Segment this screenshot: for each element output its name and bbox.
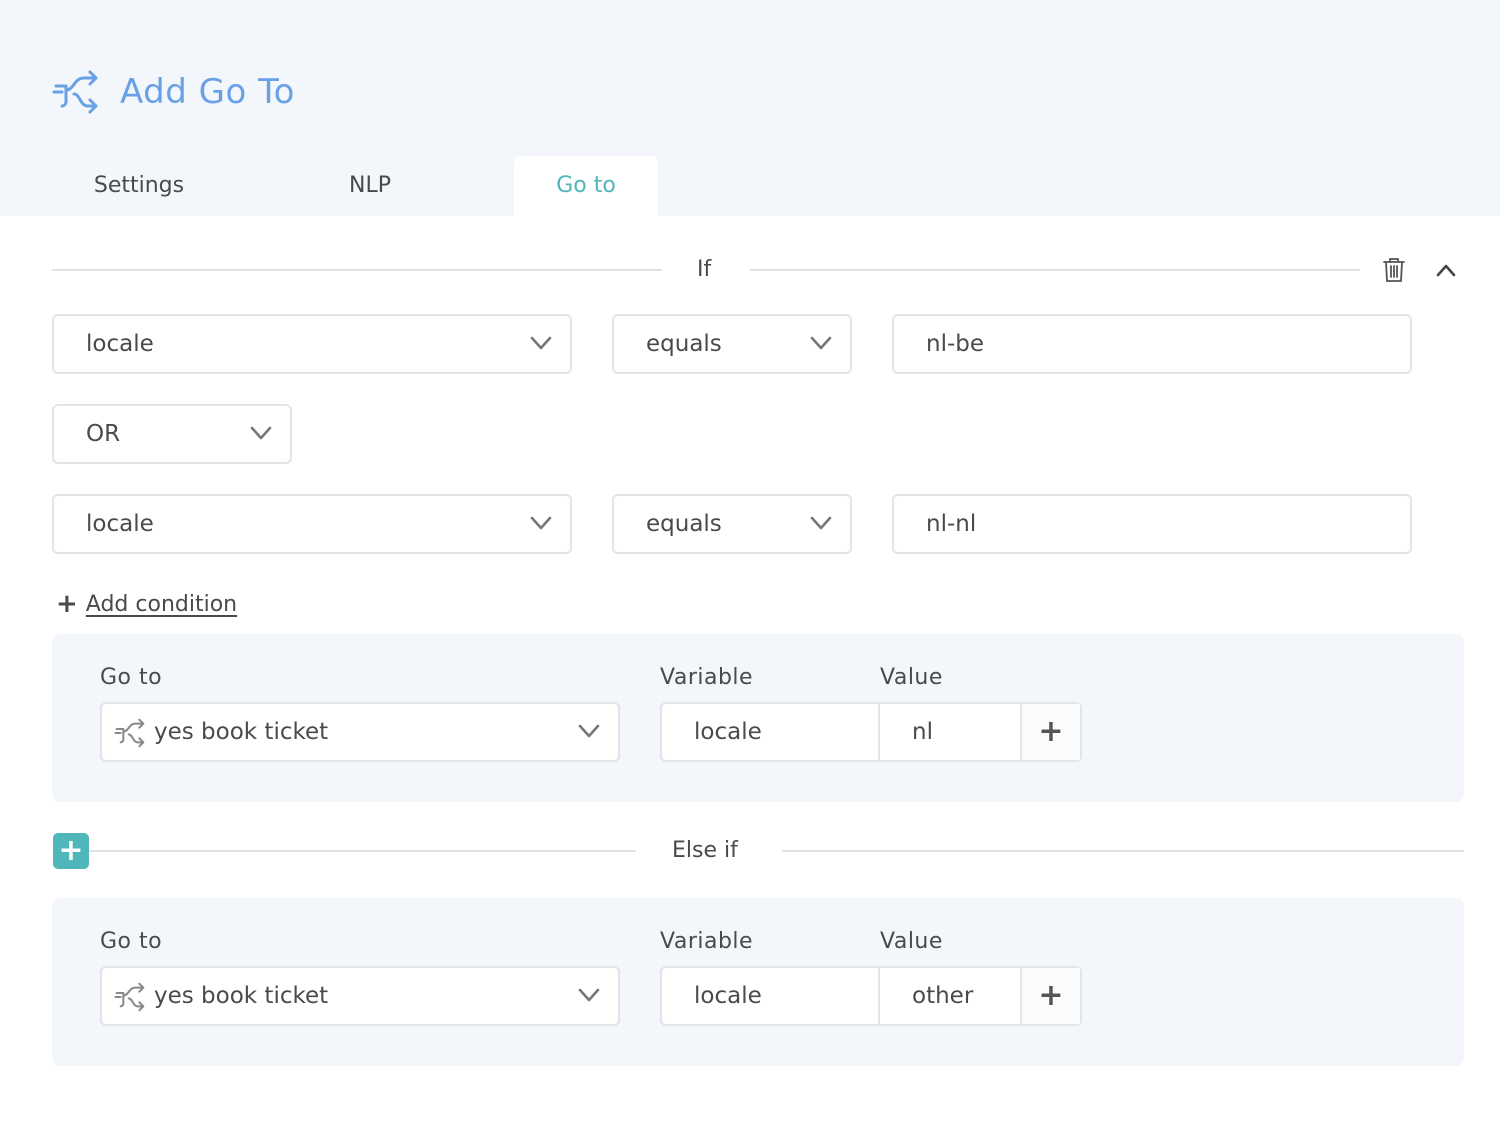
tab-settings[interactable]: Settings [66, 156, 212, 216]
select-value: locale [86, 511, 154, 537]
input-value: nl-be [926, 331, 985, 357]
select-value: equals [646, 331, 722, 357]
goto-icon [114, 982, 145, 1012]
condition-joiner-select[interactable]: OR [52, 404, 292, 464]
goto-icon [114, 718, 145, 748]
value-input[interactable]: nl [880, 704, 1022, 760]
condition-field-select[interactable]: locale [52, 314, 572, 374]
select-value: yes book ticket [154, 983, 329, 1009]
if-label: If [697, 257, 712, 282]
chevron-down-icon [250, 426, 272, 440]
variable-label: Variable [660, 929, 754, 954]
chevron-down-icon [810, 516, 832, 530]
select-value: yes book ticket [154, 719, 329, 745]
add-variable-button[interactable]: + [1022, 704, 1080, 760]
goto-target-select[interactable]: yes book ticket [100, 702, 620, 762]
chevron-down-icon [810, 336, 832, 350]
variable-value-group: locale other + [660, 966, 1082, 1026]
tab-nlp[interactable]: NLP [310, 156, 430, 216]
variable-input[interactable]: locale [662, 968, 880, 1024]
input-value: nl-nl [926, 511, 977, 537]
condition-value-input[interactable]: nl-be [892, 314, 1412, 374]
add-condition-label: Add condition [85, 592, 238, 617]
chevron-up-icon[interactable] [1436, 263, 1456, 277]
condition-field-select[interactable]: locale [52, 494, 572, 554]
divider [89, 850, 636, 852]
select-value: locale [86, 331, 154, 357]
condition-operator-select[interactable]: equals [612, 314, 852, 374]
add-else-if-button[interactable]: + [53, 833, 89, 869]
divider [52, 269, 662, 271]
else-if-label: Else if [672, 838, 738, 863]
value-label: Value [880, 665, 943, 690]
variable-input[interactable]: locale [662, 704, 880, 760]
value-label: Value [880, 929, 943, 954]
goto-icon [52, 70, 98, 114]
value-input[interactable]: other [880, 968, 1022, 1024]
goto-label: Go to [100, 929, 163, 954]
chevron-down-icon [530, 336, 552, 350]
page-title: Add Go To [120, 72, 295, 112]
chevron-down-icon [578, 988, 600, 1002]
goto-target-select[interactable]: yes book ticket [100, 966, 620, 1026]
divider [750, 269, 1360, 271]
variable-value-group: locale nl + [660, 702, 1082, 762]
condition-value-input[interactable]: nl-nl [892, 494, 1412, 554]
chevron-down-icon [530, 516, 552, 530]
trash-icon[interactable] [1382, 257, 1406, 283]
plus-icon: + [56, 589, 78, 619]
select-value: equals [646, 511, 722, 537]
tab-goto[interactable]: Go to [514, 156, 658, 216]
add-variable-button[interactable]: + [1022, 968, 1080, 1024]
chevron-down-icon [578, 724, 600, 738]
variable-label: Variable [660, 665, 754, 690]
select-value: OR [86, 421, 121, 447]
goto-label: Go to [100, 665, 163, 690]
divider [782, 850, 1464, 852]
add-condition-button[interactable]: + Add condition [56, 588, 237, 620]
condition-operator-select[interactable]: equals [612, 494, 852, 554]
